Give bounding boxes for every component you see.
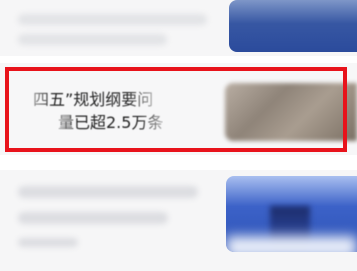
- news-thumbnail: [229, 0, 357, 52]
- thumbnail-haze: [226, 236, 357, 252]
- news-item-next[interactable]: [0, 170, 357, 271]
- blurred-meta: [18, 238, 78, 247]
- blurred-headline: [18, 186, 198, 198]
- highlight-annotation-box: [5, 67, 347, 152]
- blurred-headline: [18, 34, 167, 45]
- blurred-headline: [18, 212, 168, 224]
- blurred-headline: [18, 14, 207, 25]
- news-item-previous[interactable]: [0, 0, 357, 56]
- news-thumbnail: [226, 176, 357, 252]
